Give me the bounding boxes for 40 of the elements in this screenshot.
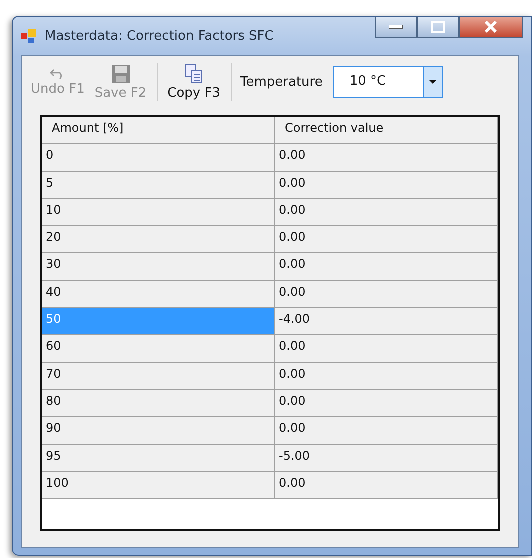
close-icon bbox=[484, 21, 498, 33]
table-cell[interactable]: 70 bbox=[42, 362, 275, 389]
app-icon bbox=[21, 28, 37, 44]
temperature-dropdown[interactable]: 10 °C bbox=[332, 66, 443, 98]
table-cell[interactable]: 0.00 bbox=[275, 144, 498, 171]
copy-icon bbox=[184, 64, 204, 84]
table-cell[interactable]: 0.00 bbox=[275, 280, 498, 308]
column-header[interactable]: Amount [%] bbox=[42, 117, 275, 144]
table-cell[interactable]: 20 bbox=[42, 226, 275, 252]
table-cell[interactable]: 0.00 bbox=[275, 362, 498, 389]
table-cell[interactable]: 10 bbox=[42, 198, 275, 226]
table-cell[interactable]: 100 bbox=[42, 472, 275, 498]
table-cell[interactable]: 0.00 bbox=[275, 335, 498, 362]
table-cell[interactable]: -4.00 bbox=[275, 308, 498, 334]
maximize-button[interactable] bbox=[417, 17, 459, 38]
table-cell[interactable]: 80 bbox=[42, 390, 275, 416]
table-cell[interactable]: 5 bbox=[42, 172, 275, 198]
maximize-icon bbox=[431, 21, 445, 33]
table-cell[interactable]: 0 bbox=[42, 144, 275, 171]
table-cell[interactable]: 0.00 bbox=[275, 172, 498, 198]
minimize-icon bbox=[389, 25, 403, 29]
column-header[interactable]: Correction value bbox=[275, 117, 498, 144]
minimize-button[interactable] bbox=[375, 17, 417, 38]
table-cell[interactable]: 0.00 bbox=[275, 390, 498, 416]
table-cell[interactable]: 30 bbox=[42, 253, 275, 280]
table-cell[interactable]: 60 bbox=[42, 335, 275, 362]
table-cell[interactable]: 95 bbox=[42, 444, 275, 471]
table-cell[interactable]: -5.00 bbox=[275, 444, 498, 471]
table-cell[interactable]: 40 bbox=[42, 280, 275, 308]
table-cell[interactable]: 0.00 bbox=[275, 253, 498, 280]
temperature-label: Temperature bbox=[240, 74, 323, 90]
window-title: Masterdata: Correction Factors SFC bbox=[45, 28, 274, 44]
table-cell[interactable]: 90 bbox=[42, 417, 275, 444]
table-cell[interactable]: 0.00 bbox=[275, 472, 498, 498]
close-button[interactable] bbox=[459, 17, 523, 38]
copy-button[interactable]: Copy F3 bbox=[164, 62, 224, 102]
caret-icon bbox=[428, 80, 437, 84]
table-cell[interactable]: 0.00 bbox=[275, 198, 498, 226]
table-cell[interactable]: 0.00 bbox=[275, 226, 498, 252]
table-cell[interactable]: 0.00 bbox=[275, 417, 498, 444]
